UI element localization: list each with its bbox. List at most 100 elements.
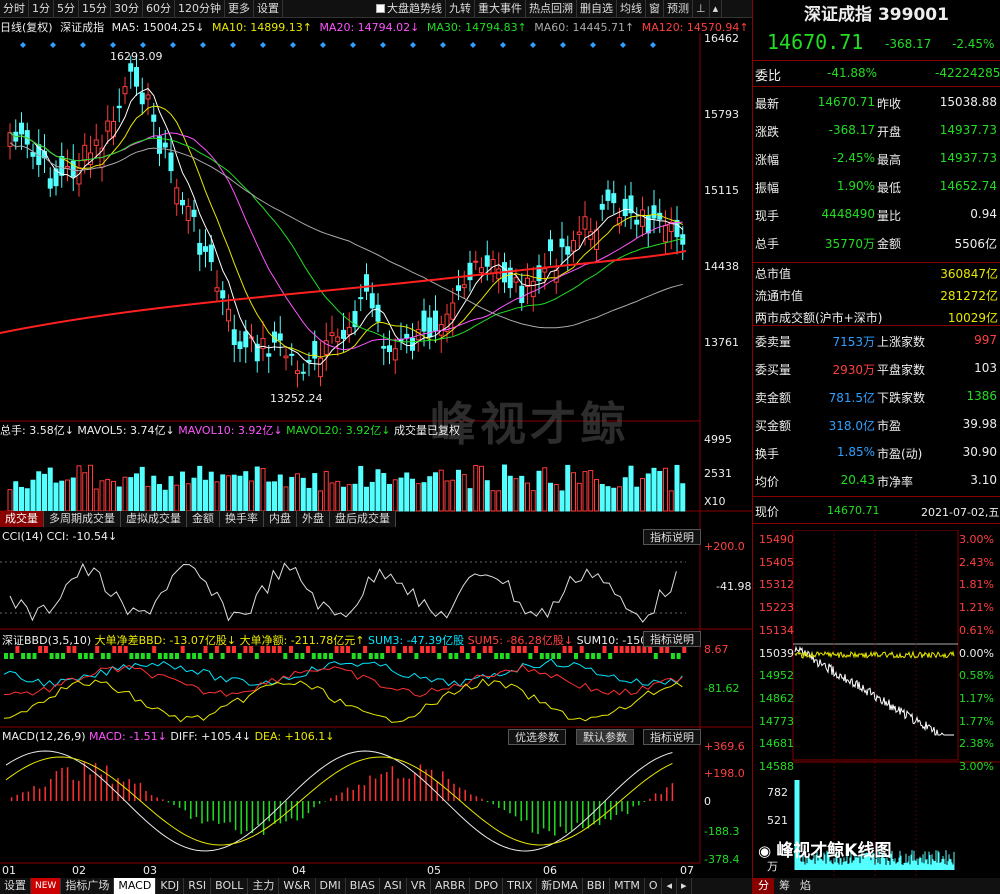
bbd-bar (574, 653, 578, 659)
option-trend-line[interactable]: 大盘趋势线 (373, 0, 446, 18)
option-events[interactable]: 重大事件 (475, 0, 526, 18)
volume-bar (599, 483, 605, 512)
tab-volume[interactable]: 成交量 (0, 511, 44, 527)
scroll-up-icon[interactable]: ▴ (710, 0, 723, 18)
tab-inner[interactable]: 内盘 (264, 511, 297, 527)
tab-indicator-plaza[interactable]: 指标广场 (61, 878, 115, 894)
volume-bar (438, 469, 444, 512)
tab-settings[interactable]: 设置 (254, 0, 283, 18)
intraday-pct-tick: 1.77% (959, 714, 994, 728)
tab-bias[interactable]: BIAS (346, 878, 381, 894)
tab-boll[interactable]: BOLL (211, 878, 249, 894)
tab-120min[interactable]: 120分钟 (175, 0, 225, 18)
tab-setup[interactable]: 设置 (0, 878, 31, 894)
tab-wr[interactable]: W&R (279, 878, 316, 894)
volume-bar (444, 480, 450, 512)
tab-more-indicators[interactable]: O (645, 878, 663, 894)
ma10-line (9, 105, 683, 358)
tab-more[interactable]: 更多 (225, 0, 254, 18)
candle-body (289, 353, 295, 356)
tab-outer[interactable]: 外盘 (297, 511, 330, 527)
bbd-bar (448, 653, 453, 659)
tab-5min[interactable]: 5分 (54, 0, 79, 18)
tab-virtual-volume[interactable]: 虚拟成交量 (121, 511, 187, 527)
bbd-bar (89, 653, 94, 659)
tab-dmi[interactable]: DMI (316, 878, 346, 894)
signal-diamond-icon (500, 42, 506, 48)
candle-body (266, 353, 272, 357)
kline-chart[interactable] (0, 33, 752, 878)
candle-body (680, 234, 686, 245)
tab-after-hours[interactable]: 盘后成交量 (330, 511, 396, 527)
bbd-bar (357, 653, 362, 659)
candle-body (456, 285, 461, 291)
tab-bbi[interactable]: BBI (583, 878, 611, 894)
option-forecast[interactable]: 预测 (664, 0, 693, 18)
tab-fenshi[interactable]: 分时 (0, 0, 29, 18)
tab-mtm[interactable]: MTM (610, 878, 645, 894)
option-ma[interactable]: 均线 (617, 0, 646, 18)
tab-vr[interactable]: VR (407, 878, 431, 894)
volume-bar (519, 475, 525, 512)
bbd-help-button[interactable]: 指标说明 (643, 631, 701, 647)
tab-amount[interactable]: 金额 (187, 511, 220, 527)
bbd-bar (129, 653, 134, 659)
pin-icon[interactable]: ⊥ (693, 0, 710, 18)
tab-fen[interactable]: 分 (753, 878, 774, 894)
tab-1min[interactable]: 1分 (29, 0, 54, 18)
candle-body (237, 341, 243, 350)
volume-bar (185, 483, 191, 512)
tab-new-dma[interactable]: 新DMA (537, 878, 583, 894)
tab-main-force[interactable]: 主力 (248, 878, 280, 894)
tab-dpo[interactable]: DPO (470, 878, 504, 894)
tab-chou[interactable]: 筹 (774, 878, 795, 894)
volume-bar (59, 480, 65, 512)
tab-macd[interactable]: MACD (114, 878, 157, 894)
tab-rsi[interactable]: RSI (184, 878, 212, 894)
option-window[interactable]: 窗 (646, 0, 664, 18)
candle-body (128, 63, 134, 72)
volume-bar (479, 465, 484, 512)
x-tick: 05 (427, 864, 441, 877)
candle-body (243, 331, 249, 348)
tab-multi-volume[interactable]: 多周期成交量 (44, 511, 121, 527)
candle-body (180, 199, 185, 206)
volume-bar (484, 480, 490, 512)
volume-bar (381, 473, 387, 512)
option-remove-watch[interactable]: 删自选 (577, 0, 617, 18)
candle-body (65, 166, 70, 169)
tab-30min[interactable]: 30分 (111, 0, 143, 18)
scroll-left-icon[interactable]: ◂ (662, 878, 678, 894)
volume-bar (226, 475, 231, 512)
tab-kdj[interactable]: KDJ (156, 878, 185, 894)
tab-60min[interactable]: 60分 (143, 0, 175, 18)
volume-bar (88, 464, 93, 512)
tab-arbr[interactable]: ARBR (431, 878, 471, 894)
tab-turnover[interactable]: 换手率 (220, 511, 264, 527)
volume-bar (680, 483, 686, 512)
stats-value: 39.98 (962, 417, 997, 431)
market-value-row: 总市值 360847亿 (753, 258, 1000, 281)
scroll-right-icon[interactable]: ▸ (677, 878, 692, 894)
option-hotspot[interactable]: 热点回溯 (526, 0, 577, 18)
stats-row: 均价 20.43 市净率 3.10 (753, 466, 1000, 494)
ma20-line (9, 132, 683, 351)
default-params-button[interactable]: 默认参数 (576, 729, 634, 745)
option-jiuzhuan[interactable]: 九转 (446, 0, 475, 18)
optimal-params-button[interactable]: 优选参数 (508, 729, 566, 745)
stats-label: 买金额 (755, 419, 792, 433)
quote-value: 0.94 (970, 207, 997, 221)
volume-bar (289, 476, 295, 512)
tab-trix[interactable]: TRIX (503, 878, 538, 894)
volume-bar (369, 481, 375, 512)
bbd-bar (106, 653, 111, 659)
tab-asi[interactable]: ASI (380, 878, 407, 894)
candle-body (139, 92, 145, 105)
quote-value: 1.90% (836, 179, 875, 193)
tab-15min[interactable]: 15分 (79, 0, 111, 18)
macd-help-button[interactable]: 指标说明 (643, 729, 701, 745)
bbd-bar (197, 653, 202, 659)
volume-bar (300, 477, 306, 512)
cci-help-button[interactable]: 指标说明 (643, 529, 701, 545)
tab-yan[interactable]: 焰 (795, 878, 816, 894)
